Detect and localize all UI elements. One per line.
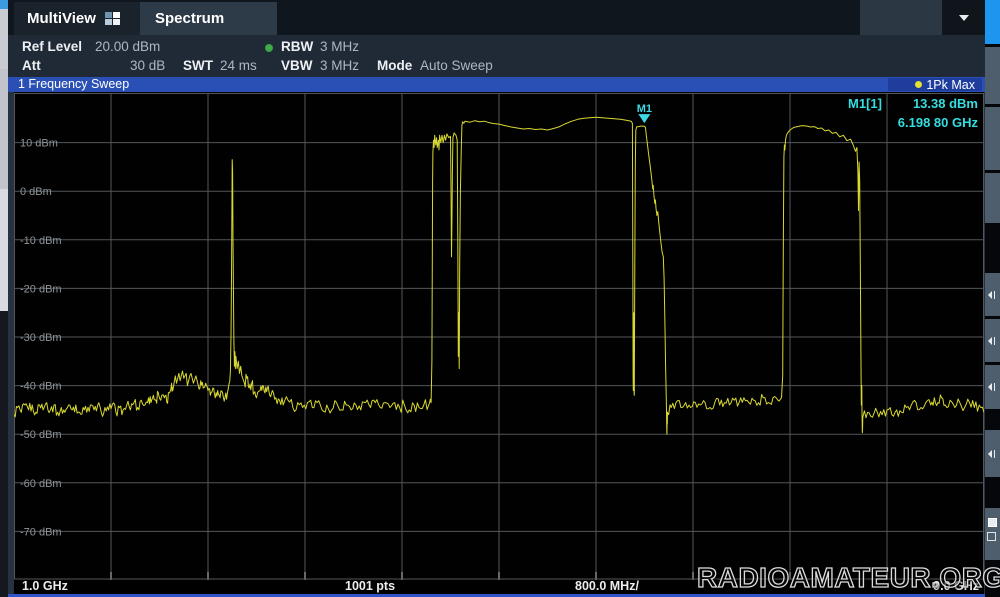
status-led-icon (265, 44, 273, 52)
collapse-bar-icon (994, 383, 995, 391)
collapse-panel-button[interactable] (985, 273, 1000, 316)
collapse-bar-icon (994, 291, 995, 299)
channel-title: 1 Frequency Sweep (18, 77, 129, 91)
right-panel-tile[interactable] (985, 47, 1000, 104)
collapse-panel-button[interactable] (985, 319, 1000, 362)
tab-multiview[interactable]: MultiView (14, 2, 140, 35)
chevron-down-icon (959, 15, 969, 21)
background-window-segment (0, 9, 8, 69)
spectrum-plot: 10 dBm 0 dBm -10 dBm -20 dBm -30 dBm -40 dBm -… (14, 92, 984, 580)
mode-value[interactable]: Auto Sweep (420, 58, 493, 73)
right-panel-column (985, 0, 1000, 597)
collapse-bar-icon (994, 450, 995, 458)
mode-label: Mode (377, 58, 412, 73)
multiview-grid-icon (105, 12, 120, 25)
collapse-left-icon (988, 291, 992, 299)
windows-button[interactable] (985, 508, 1000, 560)
tab-spectrum[interactable]: Spectrum (140, 2, 277, 35)
collapse-panel-button[interactable] (985, 430, 1000, 477)
screen: MultiView Spectrum Ref Level 20.00 dBm R… (0, 0, 1000, 597)
vbw-value[interactable]: 3 MHz (320, 58, 359, 73)
sweep-points: 1001 pts (345, 579, 395, 593)
svg-text:-30 dBm: -30 dBm (20, 332, 62, 344)
ref-level-value[interactable]: 20.00 dBm (95, 39, 160, 54)
right-panel-accent-tile[interactable] (985, 0, 1000, 44)
marker-name: M1[1] (848, 96, 882, 111)
background-window-segment (0, 189, 8, 311)
svg-text:0 dBm: 0 dBm (20, 186, 52, 198)
analyzer-window: MultiView Spectrum Ref Level 20.00 dBm R… (8, 0, 985, 597)
trace-mode-label: 1Pk Max (926, 78, 975, 92)
trace-color-dot-icon (915, 81, 922, 88)
rbw-value[interactable]: 3 MHz (320, 39, 359, 54)
trace-selector-chip[interactable]: 1Pk Max (888, 78, 982, 91)
svg-text:-40 dBm: -40 dBm (20, 381, 62, 393)
window-icon (988, 518, 997, 527)
marker-table: M1[1] 13.38 dBm 6.198 80 GHz (764, 94, 984, 138)
marker-frequency: 6.198 80 GHz (898, 115, 978, 130)
tab-bar: MultiView Spectrum (8, 0, 985, 35)
spectrum-trace-canvas: 10 dBm 0 dBm -10 dBm -20 dBm -30 dBm -40 dBm -… (14, 92, 984, 580)
tab-spectrum-label: Spectrum (155, 10, 224, 27)
background-window-accent (0, 0, 8, 9)
collapse-bar-icon (994, 337, 995, 345)
ref-level-label: Ref Level (22, 39, 82, 54)
right-panel-tile[interactable] (985, 107, 1000, 170)
tab-overflow-button[interactable] (942, 0, 985, 35)
right-panel-tile[interactable] (985, 173, 1000, 223)
svg-text:-60 dBm: -60 dBm (20, 478, 62, 490)
svg-text:10 dBm: 10 dBm (20, 138, 58, 150)
svg-text:-50 dBm: -50 dBm (20, 429, 62, 441)
rbw-label: RBW (281, 39, 313, 54)
tab-multiview-label: MultiView (27, 10, 96, 27)
background-window-strip (0, 0, 8, 597)
watermark-text: RADIOAMATEUR.ORG (697, 562, 1000, 594)
att-label: Att (22, 58, 41, 73)
swt-value[interactable]: 24 ms (220, 58, 257, 73)
vbw-label: VBW (281, 58, 313, 73)
tabbar-filler (860, 0, 942, 35)
collapse-left-icon (988, 337, 992, 345)
collapse-left-icon (988, 450, 992, 458)
svg-text:M1: M1 (637, 103, 652, 115)
start-frequency: 1.0 GHz (22, 579, 68, 593)
swt-label: SWT (183, 58, 213, 73)
window-icon (987, 532, 996, 541)
settings-bar: Ref Level 20.00 dBm RBW 3 MHz Att 30 dB … (8, 35, 985, 77)
collapse-panel-button[interactable] (985, 365, 1000, 409)
span-per-division: 800.0 MHz/ (575, 579, 639, 593)
svg-text:-10 dBm: -10 dBm (20, 235, 62, 247)
svg-text:-20 dBm: -20 dBm (20, 283, 62, 295)
background-window-segment (0, 69, 8, 189)
svg-text:-70 dBm: -70 dBm (20, 526, 62, 538)
att-value[interactable]: 30 dB (130, 58, 165, 73)
collapse-left-icon (988, 383, 992, 391)
marker-level: 13.38 dBm (913, 96, 978, 111)
channel-bar: 1 Frequency Sweep 1Pk Max (8, 77, 985, 92)
